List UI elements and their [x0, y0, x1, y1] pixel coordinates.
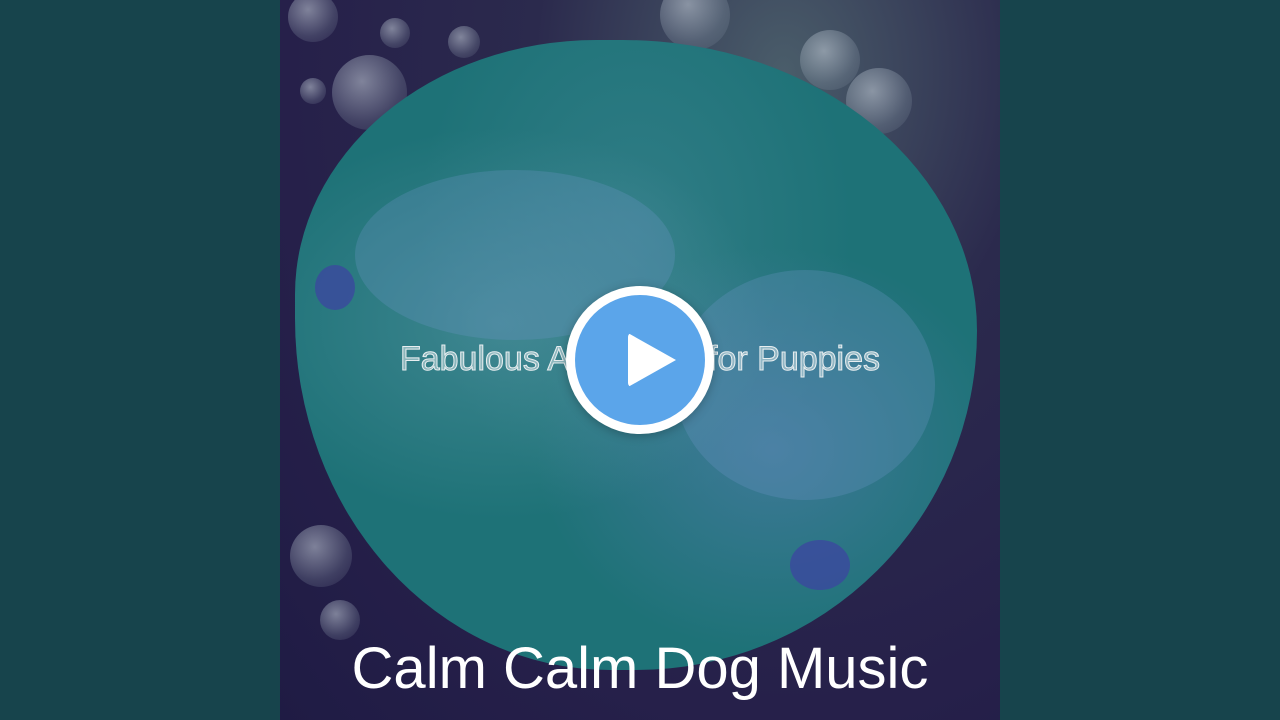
bokeh-circle	[380, 18, 410, 48]
video-thumbnail[interactable]: Fabulous Ambience for Puppies Calm Calm …	[0, 0, 1280, 720]
play-button-circle[interactable]	[575, 295, 705, 425]
play-icon[interactable]	[628, 333, 676, 387]
play-button[interactable]	[566, 286, 714, 434]
bokeh-circle	[800, 30, 860, 90]
bokeh-circle	[448, 26, 480, 58]
bokeh-circle	[288, 0, 338, 42]
bokeh-circle	[300, 78, 326, 104]
artist-name: Calm Calm Dog Music	[351, 636, 929, 701]
bokeh-circle	[290, 525, 352, 587]
dog-head	[675, 270, 935, 500]
dog-nose	[315, 265, 355, 310]
dog-nose	[790, 540, 850, 590]
